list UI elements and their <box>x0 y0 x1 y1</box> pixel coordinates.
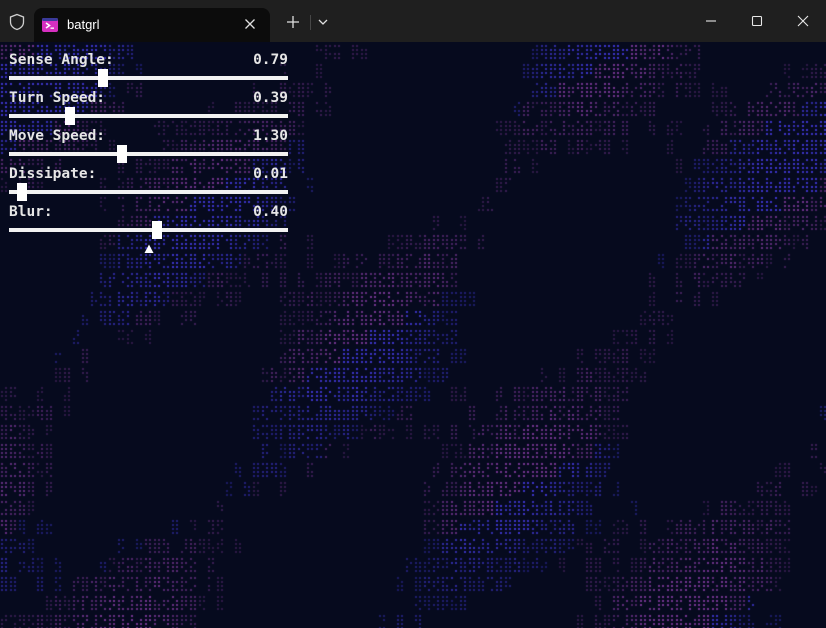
slider-track[interactable] <box>9 114 288 118</box>
terminal-app-icon <box>42 18 58 32</box>
slider-track[interactable] <box>9 152 288 156</box>
maximize-icon <box>751 15 763 27</box>
slider-track[interactable] <box>9 190 288 194</box>
window-close-button[interactable] <box>780 0 826 42</box>
minimize-button[interactable] <box>688 0 734 42</box>
minimize-icon <box>706 20 716 22</box>
control-value: 0.40 <box>253 204 288 220</box>
title-bar: batgrl <box>0 0 826 42</box>
plus-icon[interactable] <box>284 13 302 31</box>
close-icon[interactable] <box>244 18 256 30</box>
slider-track[interactable] <box>9 228 288 232</box>
slider-thumb[interactable] <box>151 221 162 239</box>
tab-title: batgrl <box>67 17 100 32</box>
slider-thumb[interactable] <box>97 69 108 87</box>
chevron-down-icon[interactable] <box>316 15 330 29</box>
control-value: 0.79 <box>253 52 288 68</box>
terminal-area[interactable]: Sense Angle: 0.79 Turn Speed: 0.39 Move Spee… <box>0 42 826 628</box>
control-label: Move Speed: <box>9 128 106 144</box>
slider-track[interactable] <box>9 76 288 80</box>
control-label: Blur: <box>9 204 53 220</box>
control-label: Dissipate: <box>9 166 97 182</box>
tab-divider <box>310 15 311 30</box>
control-label: Turn Speed: <box>9 90 106 106</box>
slime-simulation-canvas <box>0 42 826 628</box>
slider-thumb[interactable] <box>65 107 76 125</box>
slider-thumb[interactable] <box>116 145 127 163</box>
slider-thumb[interactable] <box>17 183 28 201</box>
window-close-icon <box>797 15 809 27</box>
maximize-button[interactable] <box>734 0 780 42</box>
shield-icon[interactable] <box>8 13 26 31</box>
control-label: Sense Angle: <box>9 52 114 68</box>
control-value: 0.01 <box>253 166 288 182</box>
tab-batgrl[interactable]: batgrl <box>34 8 270 42</box>
control-value: 0.39 <box>253 90 288 106</box>
pointer-icon <box>144 244 154 253</box>
control-value: 1.30 <box>253 128 288 144</box>
